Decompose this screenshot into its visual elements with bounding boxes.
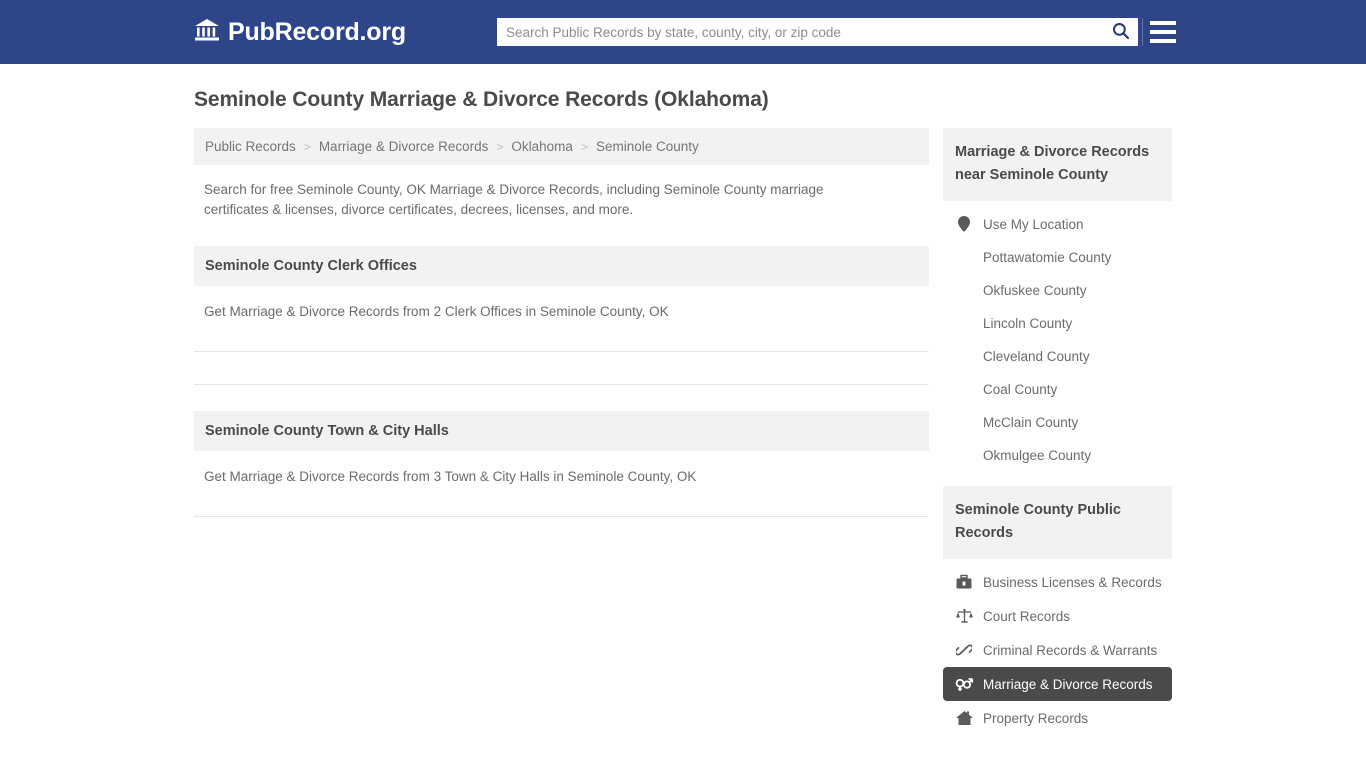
- section-subtitle: Get Marriage & Divorce Records from 3 To…: [204, 469, 697, 484]
- sidebar-record-item[interactable]: Court Records: [943, 599, 1172, 633]
- sidebar-public-records-box: Seminole County Public Records Business …: [943, 486, 1172, 735]
- search-input[interactable]: [497, 18, 1104, 46]
- sidebar-record-item[interactable]: Business Licenses & Records: [943, 565, 1172, 599]
- listing-entry: [194, 484, 929, 517]
- balance-scales-icon: [955, 608, 973, 624]
- sidebar-nearby-box: Marriage & Divorce Records near Seminole…: [943, 128, 1172, 472]
- breadcrumb-item[interactable]: Public Records: [205, 139, 296, 154]
- breadcrumb-item[interactable]: Marriage & Divorce Records: [319, 139, 489, 154]
- sidebar-nearby-item-label: Cleveland County: [983, 349, 1090, 364]
- sidebar-nearby-header: Marriage & Divorce Records near Seminole…: [943, 128, 1172, 201]
- sidebar-nearby-item[interactable]: Use My Location: [943, 207, 1172, 241]
- page-title: Seminole County Marriage & Divorce Recor…: [194, 88, 769, 111]
- home-icon: [955, 710, 973, 726]
- site-logo-text: PubRecord.org: [228, 17, 406, 46]
- sidebar-nearby-item-label: Okfuskee County: [983, 283, 1087, 298]
- sidebar-nearby-list: Use My Location Pottawatomie County Okfusk…: [943, 201, 1172, 472]
- listing-entry: [194, 319, 929, 352]
- search-button[interactable]: [1104, 18, 1138, 46]
- breadcrumb-item[interactable]: Seminole County: [596, 139, 699, 154]
- page-container: Seminole County Marriage & Divorce Recor…: [0, 88, 1366, 735]
- sidebar-nearby-item[interactable]: Coal County: [943, 373, 1172, 406]
- breadcrumb: Public Records > Marriage & Divorce Record…: [194, 128, 929, 165]
- sidebar: Marriage & Divorce Records near Seminole…: [943, 128, 1172, 735]
- sidebar-nearby-item[interactable]: Okfuskee County: [943, 274, 1172, 307]
- sidebar-nearby-item-label: Lincoln County: [983, 316, 1073, 331]
- sidebar-record-item-label: Business Licenses & Records: [983, 574, 1162, 590]
- sidebar-nearby-item-label: Pottawatomie County: [983, 250, 1112, 265]
- content-columns: Public Records > Marriage & Divorce Record…: [194, 128, 1172, 735]
- sidebar-record-item-label: Criminal Records & Warrants: [983, 642, 1158, 658]
- briefcase-icon: [955, 574, 973, 590]
- breadcrumb-item[interactable]: Oklahoma: [511, 139, 573, 154]
- sidebar-nearby-item[interactable]: Pottawatomie County: [943, 241, 1172, 274]
- breadcrumb-separator: >: [303, 139, 311, 154]
- sidebar-nearby-item-label: Coal County: [983, 382, 1058, 397]
- sidebar-public-records-header: Seminole County Public Records: [943, 486, 1172, 559]
- sidebar-record-item[interactable]: Property Records: [943, 701, 1172, 735]
- site-logo[interactable]: PubRecord.org: [194, 18, 406, 47]
- listing-entry: [194, 352, 929, 385]
- search-bar: [497, 18, 1138, 46]
- section-header: Seminole County Clerk Offices: [194, 246, 929, 286]
- main-content: Public Records > Marriage & Divorce Record…: [194, 128, 929, 549]
- sidebar-record-item-label: Property Records: [983, 710, 1089, 726]
- search-icon: [1112, 22, 1130, 43]
- section-subtitle: Get Marriage & Divorce Records from 2 Cl…: [204, 304, 669, 319]
- sidebar-nearby-item[interactable]: Cleveland County: [943, 340, 1172, 373]
- breadcrumb-separator: >: [496, 139, 504, 154]
- sidebar-nearby-item-label: Okmulgee County: [983, 448, 1092, 463]
- sidebar-record-item[interactable]: Marriage & Divorce Records: [943, 667, 1172, 701]
- listing-entry: [194, 517, 929, 549]
- sidebar-nearby-item[interactable]: Okmulgee County: [943, 439, 1172, 472]
- sidebar-nearby-item[interactable]: McClain County: [943, 406, 1172, 439]
- breadcrumb-separator: >: [580, 139, 588, 154]
- site-header: PubRecord.org: [0, 0, 1366, 64]
- listing-sections: Seminole County Clerk Offices Get Marriag…: [194, 246, 929, 549]
- sidebar-public-records-list: Business Licenses & Records Court Records…: [943, 559, 1172, 735]
- page-intro-text: Search for free Seminole County, OK Marr…: [204, 182, 824, 217]
- handcuffs-icon: [955, 642, 973, 658]
- sidebar-record-item[interactable]: Criminal Records & Warrants: [943, 633, 1172, 667]
- sidebar-nearby-item-label: McClain County: [983, 415, 1079, 430]
- section-header: Seminole County Town & City Halls: [194, 411, 929, 451]
- sidebar-nearby-item-label: Use My Location: [983, 216, 1084, 232]
- hamburger-menu-icon[interactable]: [1142, 18, 1176, 46]
- sidebar-nearby-item[interactable]: Lincoln County: [943, 307, 1172, 340]
- sidebar-record-item-label: Marriage & Divorce Records: [983, 676, 1153, 692]
- map-pin-icon: [955, 216, 973, 232]
- venus-mars-icon: [955, 676, 973, 692]
- sidebar-record-item-label: Court Records: [983, 608, 1071, 624]
- bank-building-icon: [194, 18, 220, 47]
